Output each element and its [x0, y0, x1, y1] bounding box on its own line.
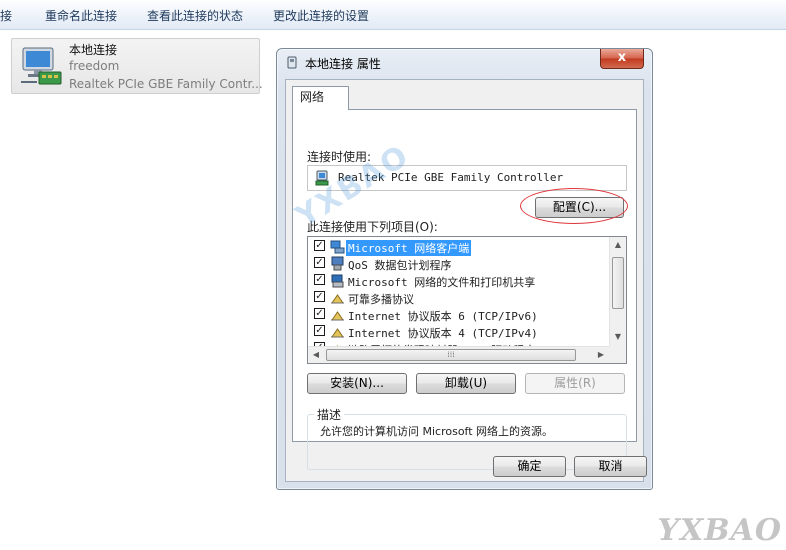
item-label: Microsoft 网络客户端: [346, 240, 472, 256]
item-label: Internet 协议版本 6 (TCP/IPv6): [348, 310, 538, 323]
item-label: 可靠多播协议: [348, 293, 414, 306]
item-label: QoS 数据包计划程序: [348, 259, 452, 272]
components-list[interactable]: ✓ Microsoft 网络客户端 ✓ QoS 数据包计划程序 ✓ Microsoft 网…: [307, 236, 627, 364]
scroll-left-icon[interactable]: ◀: [308, 347, 324, 363]
command-bar: 接 重命名此连接 查看此连接的状态 更改此连接的设置: [0, 0, 786, 30]
dialog-client: 网络 连接时使用: Realtek PCIe GBE Family Contro…: [285, 79, 647, 482]
cmd-change-settings[interactable]: 更改此连接的设置: [273, 7, 369, 24]
properties-dialog: 本地连接 属性 x 网络 连接时使用: Realtek PCIe GBE Fam…: [276, 48, 653, 490]
list-item[interactable]: ✓ Microsoft 网络的文件和打印机共享: [308, 272, 610, 289]
ok-button[interactable]: 确定: [493, 456, 566, 477]
cmd-view-status[interactable]: 查看此连接的状态: [147, 7, 243, 24]
description-label: 描述: [314, 406, 345, 423]
local-connection-tile[interactable]: 本地连接 freedom Realtek PCIe GBE Family Con…: [11, 38, 263, 94]
item-checkbox[interactable]: ✓: [314, 325, 325, 336]
install-button[interactable]: 安装(N)...: [307, 373, 407, 394]
item-checkbox[interactable]: ✓: [314, 308, 325, 319]
list-item[interactable]: ✓ Internet 协议版本 6 (TCP/IPv6): [308, 306, 610, 323]
close-icon: x: [617, 50, 627, 65]
connection-network: freedom: [69, 59, 120, 73]
uninstall-button[interactable]: 卸载(U): [416, 373, 516, 394]
protocol-icon: [331, 328, 344, 338]
list-item[interactable]: ✓ Microsoft 网络客户端: [308, 238, 610, 256]
adapter-name: Realtek PCIe GBE Family Controller: [338, 171, 564, 184]
scroll-corner: [609, 346, 626, 363]
close-button[interactable]: x: [600, 49, 644, 69]
item-checkbox[interactable]: ✓: [314, 291, 325, 302]
scroll-up-icon[interactable]: ▲: [610, 237, 626, 253]
items-label: 此连接使用下列项目(O):: [307, 220, 438, 234]
horizontal-scroll-thumb[interactable]: ⁞⁞⁞: [326, 349, 576, 361]
connect-using-label: 连接时使用:: [307, 150, 372, 164]
list-item[interactable]: ✓ QoS 数据包计划程序: [308, 255, 610, 272]
list-item[interactable]: ✓ Internet 协议版本 4 (TCP/IPv4): [308, 323, 610, 340]
network-client-icon: [330, 240, 345, 254]
list-item[interactable]: ✓ 可靠多播协议: [308, 289, 610, 306]
connection-device: Realtek PCIe GBE Family Contr...: [69, 77, 263, 91]
item-checkbox[interactable]: ✓: [314, 257, 325, 268]
configure-button[interactable]: 配置(C)...: [535, 197, 624, 218]
tab-network[interactable]: 网络: [292, 86, 349, 110]
vertical-scroll-thumb[interactable]: [612, 257, 624, 309]
cancel-button[interactable]: 取消: [574, 456, 647, 477]
item-checkbox[interactable]: ✓: [314, 274, 325, 285]
adapter-icon: [315, 170, 329, 186]
network-tab-panel: 连接时使用: Realtek PCIe GBE Family Controlle…: [292, 109, 637, 470]
vertical-scrollbar[interactable]: ▲ ▼: [609, 237, 626, 346]
adapter-field: Realtek PCIe GBE Family Controller: [307, 165, 627, 191]
description-text: 允许您的计算机访问 Microsoft 网络上的资源。: [320, 425, 554, 438]
dialog-title: 本地连接 属性: [305, 57, 381, 71]
item-checkbox[interactable]: ✓: [314, 240, 325, 251]
network-adapter-icon: [21, 47, 62, 85]
item-label: Internet 协议版本 4 (TCP/IPv4): [348, 327, 538, 340]
properties-button[interactable]: 属性(R): [525, 373, 625, 394]
qos-icon: [331, 256, 344, 271]
scroll-down-icon[interactable]: ▼: [610, 329, 626, 345]
protocol-icon: [331, 294, 344, 304]
connection-name: 本地连接: [69, 43, 118, 57]
protocol-icon: [331, 311, 344, 321]
item-label: Microsoft 网络的文件和打印机共享: [348, 276, 536, 289]
adapter-title-icon: [287, 56, 297, 69]
site-watermark: YXBAO: [657, 513, 782, 548]
horizontal-scrollbar[interactable]: ◀ ⁞⁞⁞ ▶: [308, 346, 610, 363]
file-printer-share-icon: [331, 274, 344, 288]
cmd-rename-connection[interactable]: 重命名此连接: [45, 7, 117, 24]
scroll-right-icon[interactable]: ▶: [593, 347, 609, 363]
cmd-connect[interactable]: 接: [0, 7, 12, 24]
